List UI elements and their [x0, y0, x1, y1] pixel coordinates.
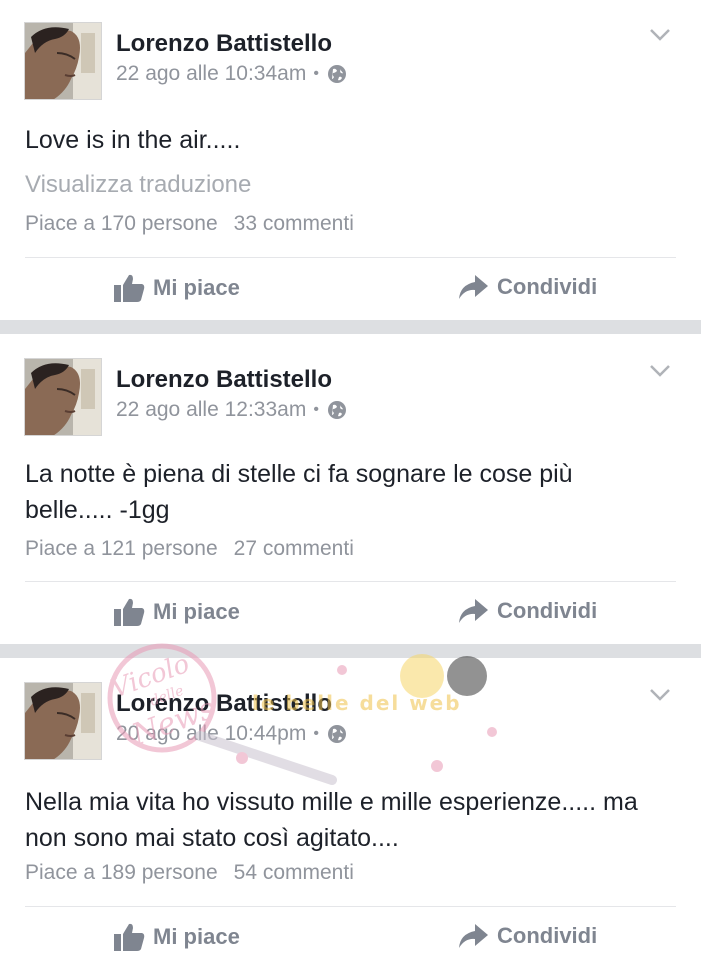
thumbs-up-icon [113, 273, 145, 303]
avatar[interactable] [24, 358, 102, 436]
post-stats: Piace a 121 persone 27 commenti [25, 537, 354, 561]
comment-count[interactable]: 27 commenti [234, 537, 354, 560]
comment-count[interactable]: 54 commenti [234, 861, 354, 884]
like-button[interactable]: Mi piace [113, 273, 240, 303]
post-timestamp[interactable]: 22 ago alle 12:33am [116, 398, 306, 422]
news-feed: Lorenzo Battistello 22 ago alle 10:34am … [0, 0, 701, 970]
like-label: Mi piace [153, 924, 240, 949]
chevron-down-icon[interactable] [649, 364, 671, 378]
share-button[interactable]: Condividi [457, 273, 597, 301]
like-button[interactable]: Mi piace [113, 922, 240, 952]
profile-photo [25, 683, 101, 759]
author-name[interactable]: Lorenzo Battistello [116, 366, 332, 394]
post-meta: 22 ago alle 10:34am • [116, 62, 347, 86]
chevron-down-icon[interactable] [649, 28, 671, 42]
thumbs-up-icon [113, 922, 145, 952]
share-button[interactable]: Condividi [457, 597, 597, 625]
globe-icon [327, 64, 347, 84]
author-name[interactable]: Lorenzo Battistello [116, 30, 332, 58]
share-label: Condividi [497, 274, 598, 299]
post-timestamp[interactable]: 22 ago alle 10:34am [116, 62, 306, 86]
divider [25, 257, 676, 258]
post-stats: Piace a 170 persone 33 commenti [25, 212, 354, 236]
like-label: Mi piace [153, 599, 240, 624]
like-button[interactable]: Mi piace [113, 597, 240, 627]
divider [25, 906, 676, 907]
post-text: La notte è piena di stelle ci fa sognare… [25, 460, 573, 524]
feed-post: Lorenzo Battistello 22 ago alle 12:33am … [0, 334, 701, 644]
thumbs-up-icon [113, 597, 145, 627]
share-arrow-icon [457, 597, 489, 625]
globe-icon [327, 400, 347, 420]
like-label: Mi piace [153, 275, 240, 300]
comment-count[interactable]: 33 commenti [234, 212, 354, 235]
feed-post: Lorenzo Battistello 22 ago alle 10:34am … [0, 0, 701, 320]
post-meta: 20 ago alle 10:44pm • [116, 722, 347, 746]
avatar[interactable] [24, 682, 102, 760]
share-label: Condividi [497, 598, 598, 623]
share-arrow-icon [457, 922, 489, 950]
share-arrow-icon [457, 273, 489, 301]
divider [25, 581, 676, 582]
post-stats: Piace a 189 persone 54 commenti [25, 861, 354, 885]
feed-post: Lorenzo Battistello 20 ago alle 10:44pm … [0, 658, 701, 970]
like-count[interactable]: Piace a 189 persone [25, 861, 218, 884]
author-name[interactable]: Lorenzo Battistello [116, 690, 332, 718]
meta-separator: • [313, 65, 319, 82]
share-button[interactable]: Condividi [457, 922, 597, 950]
post-text: Love is in the air..... [25, 126, 241, 154]
meta-separator: • [313, 401, 319, 418]
chevron-down-icon[interactable] [649, 688, 671, 702]
post-text: Nella mia vita ho vissuto mille e mille … [25, 788, 638, 852]
meta-separator: • [313, 725, 319, 742]
like-count[interactable]: Piace a 121 persone [25, 537, 218, 560]
avatar[interactable] [24, 22, 102, 100]
post-meta: 22 ago alle 12:33am • [116, 398, 347, 422]
profile-photo [25, 23, 101, 99]
post-timestamp[interactable]: 20 ago alle 10:44pm [116, 722, 306, 746]
see-translation-link[interactable]: Visualizza traduzione [25, 171, 251, 199]
globe-icon [327, 724, 347, 744]
profile-photo [25, 359, 101, 435]
share-label: Condividi [497, 923, 598, 948]
like-count[interactable]: Piace a 170 persone [25, 212, 218, 235]
